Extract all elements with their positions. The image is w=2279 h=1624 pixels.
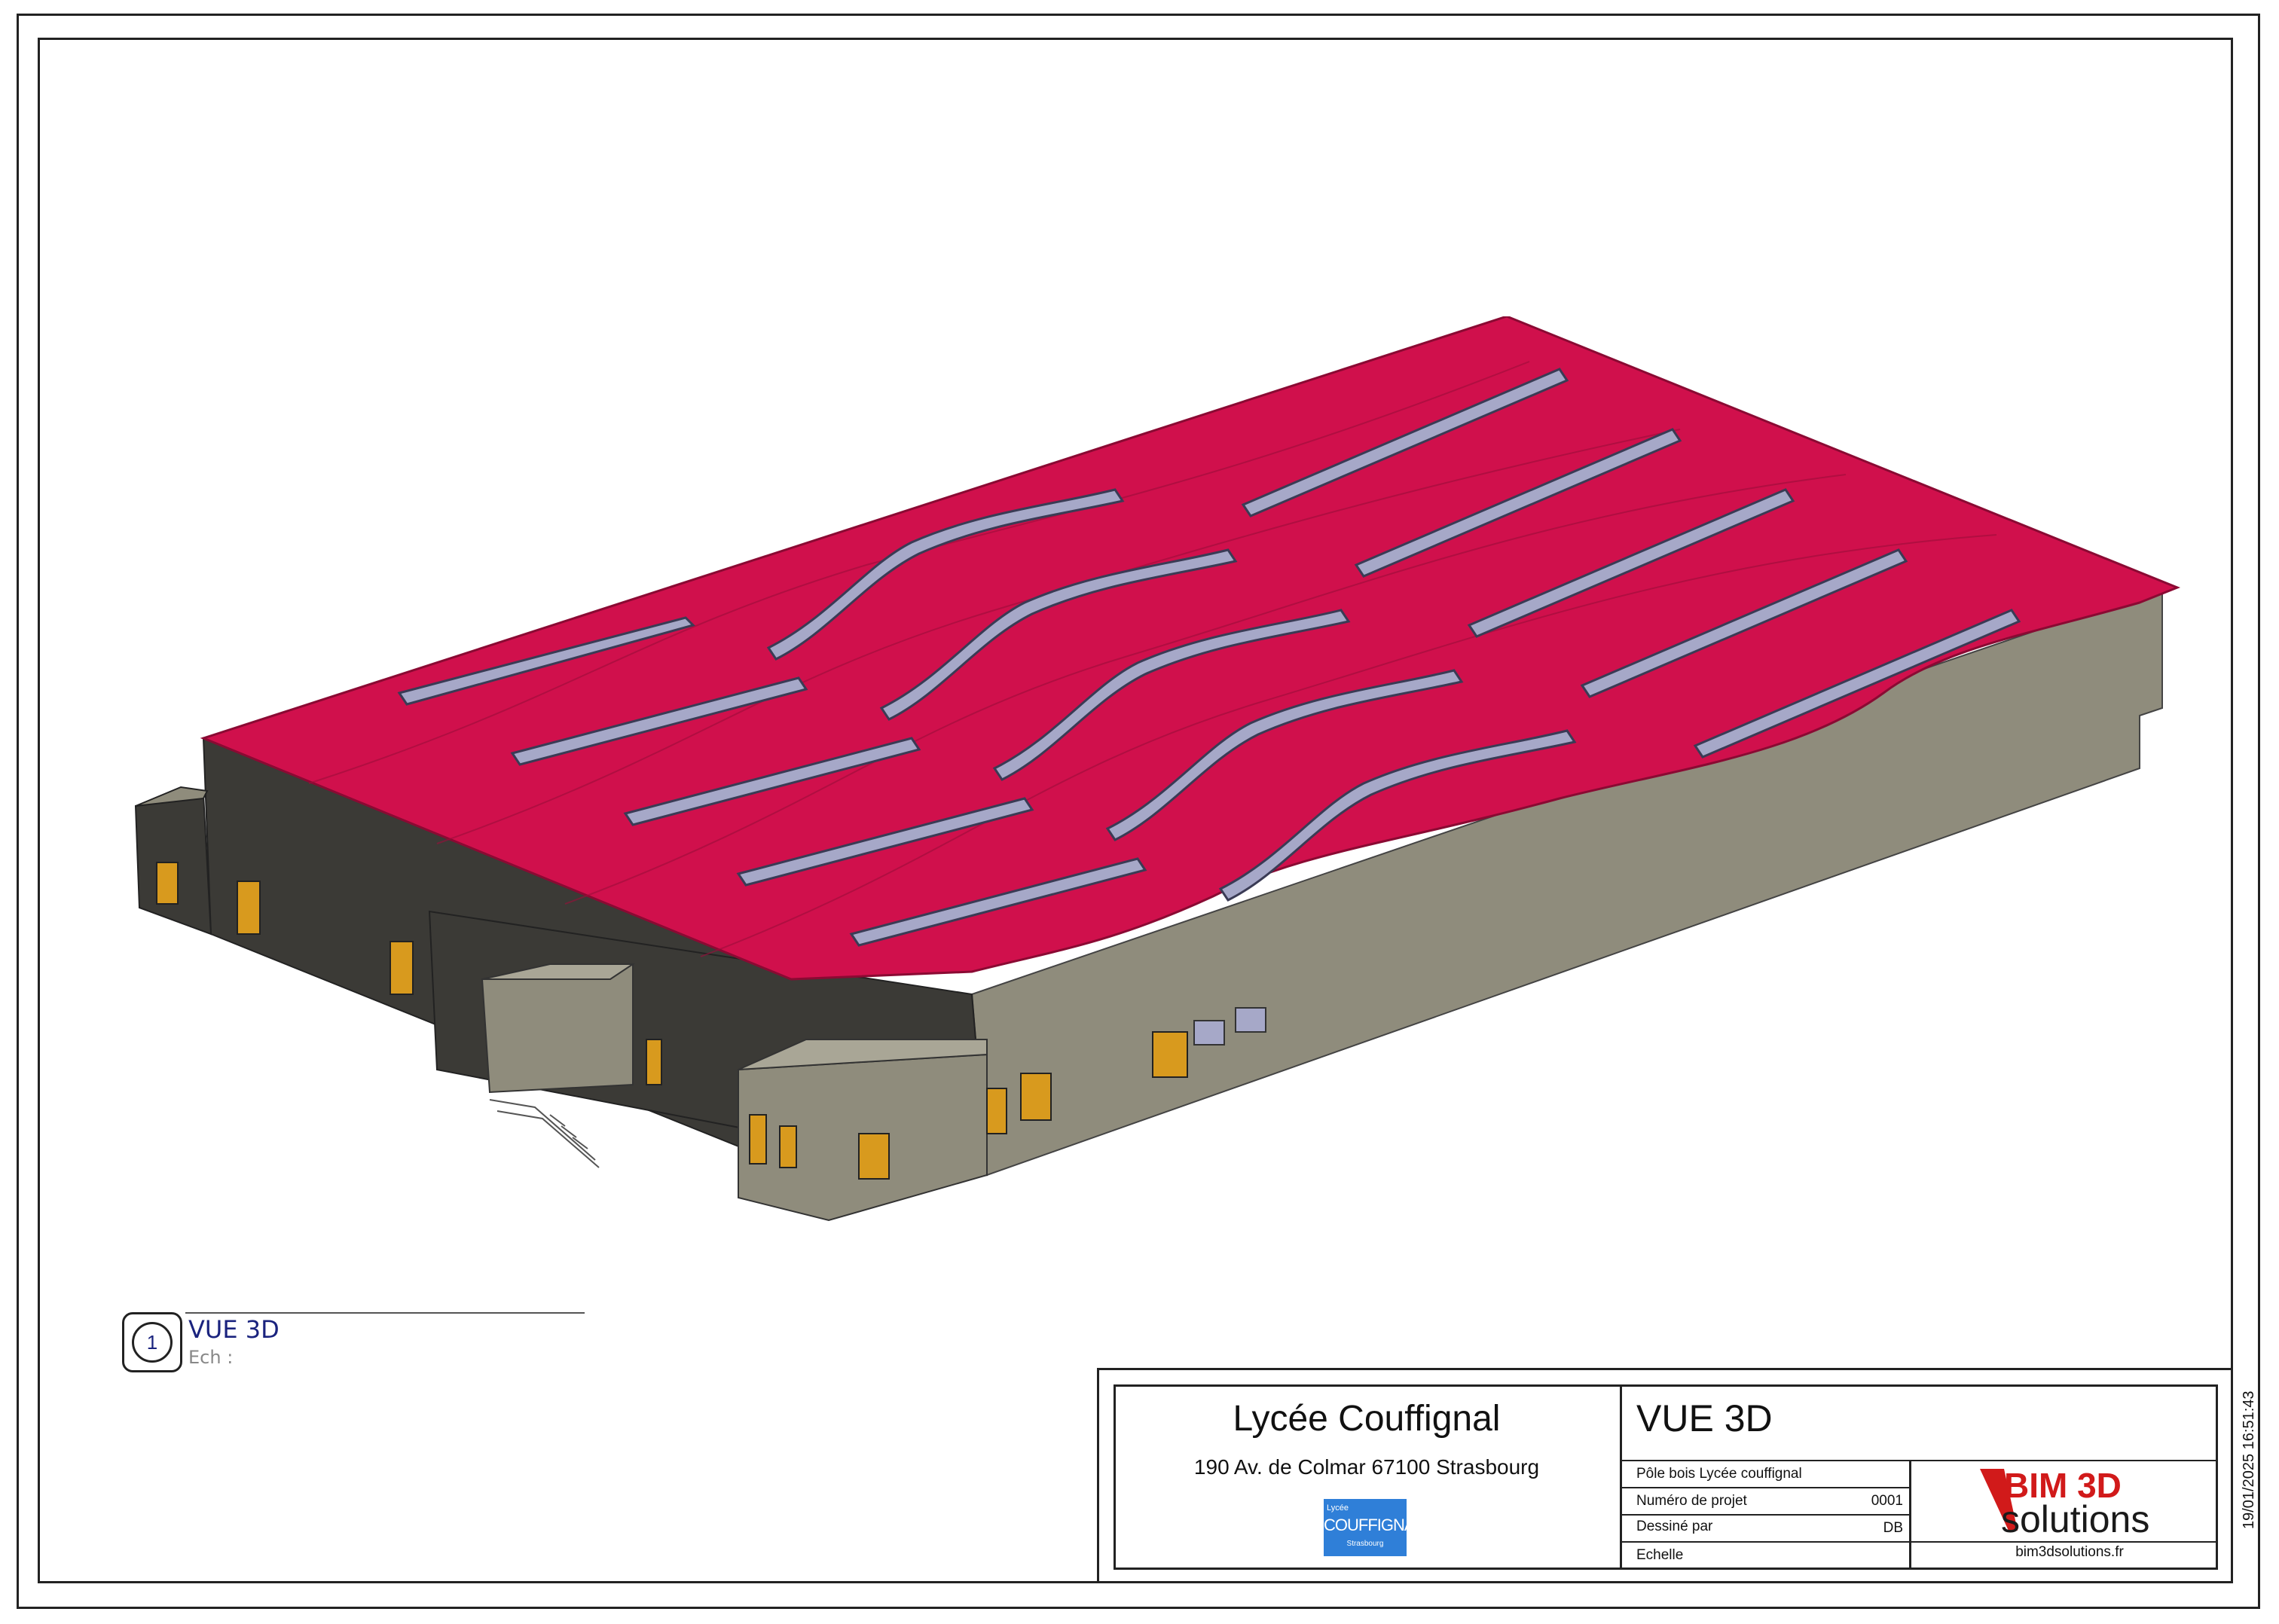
- row-label: Dessiné par: [1636, 1519, 1713, 1534]
- row-value: DB: [1883, 1520, 1903, 1536]
- row-label: Echelle: [1636, 1547, 1684, 1563]
- company-url: bim3dsolutions.fr: [2015, 1544, 2124, 1560]
- title-block-divider: [1620, 1460, 2218, 1461]
- school-logo-line3: Strasbourg: [1346, 1540, 1384, 1548]
- staircase: [489, 1099, 600, 1168]
- project-address: 190 Av. de Colmar 67100 Strasbourg: [1193, 1455, 1540, 1479]
- door: [986, 1088, 1007, 1134]
- bim-logo-line2: solutions: [2001, 1498, 2149, 1537]
- view-number-bubble: 1: [122, 1312, 182, 1372]
- title-block-divider: [1620, 1541, 2218, 1543]
- sheet-view-title: VUE 3D: [1636, 1397, 1773, 1439]
- view-scale-label: Ech :: [188, 1347, 234, 1368]
- school-logo-line1: Lycée: [1327, 1503, 1349, 1513]
- door: [646, 1039, 662, 1085]
- title-block-divider: [1620, 1487, 1909, 1488]
- print-timestamp: 19/01/2025 16:51:43: [2241, 1390, 2257, 1529]
- school-logo: Lycée COUFFIGNAL Strasbourg: [1324, 1499, 1424, 1556]
- door: [858, 1133, 890, 1180]
- title-block-divider: [1909, 1460, 1911, 1570]
- door: [1152, 1031, 1188, 1078]
- window: [1193, 1020, 1225, 1046]
- view-label-line: [185, 1312, 585, 1314]
- title-block-divider: [1620, 1514, 1909, 1516]
- view-number: 1: [132, 1322, 173, 1363]
- door: [156, 862, 179, 905]
- row-label: Pôle bois Lycée couffignal: [1636, 1466, 1802, 1482]
- project-name: Lycée Couffignal: [1233, 1399, 1501, 1439]
- window: [1235, 1007, 1266, 1033]
- door: [237, 881, 261, 935]
- door: [779, 1125, 797, 1168]
- row-label: Numéro de projet: [1636, 1493, 1747, 1509]
- school-logo-line2: COUFFIGNAL: [1324, 1516, 1424, 1534]
- bim3d-logo: BIM 3D solutions: [1980, 1466, 2149, 1537]
- porch-box: [481, 963, 634, 1094]
- door: [390, 941, 414, 995]
- row-value: 0001: [1871, 1493, 1903, 1509]
- view-label: 1 VUE 3D Ech :: [122, 1312, 589, 1380]
- view-title: VUE 3D: [188, 1315, 280, 1344]
- door: [1020, 1073, 1052, 1121]
- building-3d-view: [134, 316, 2181, 1222]
- door: [749, 1114, 767, 1165]
